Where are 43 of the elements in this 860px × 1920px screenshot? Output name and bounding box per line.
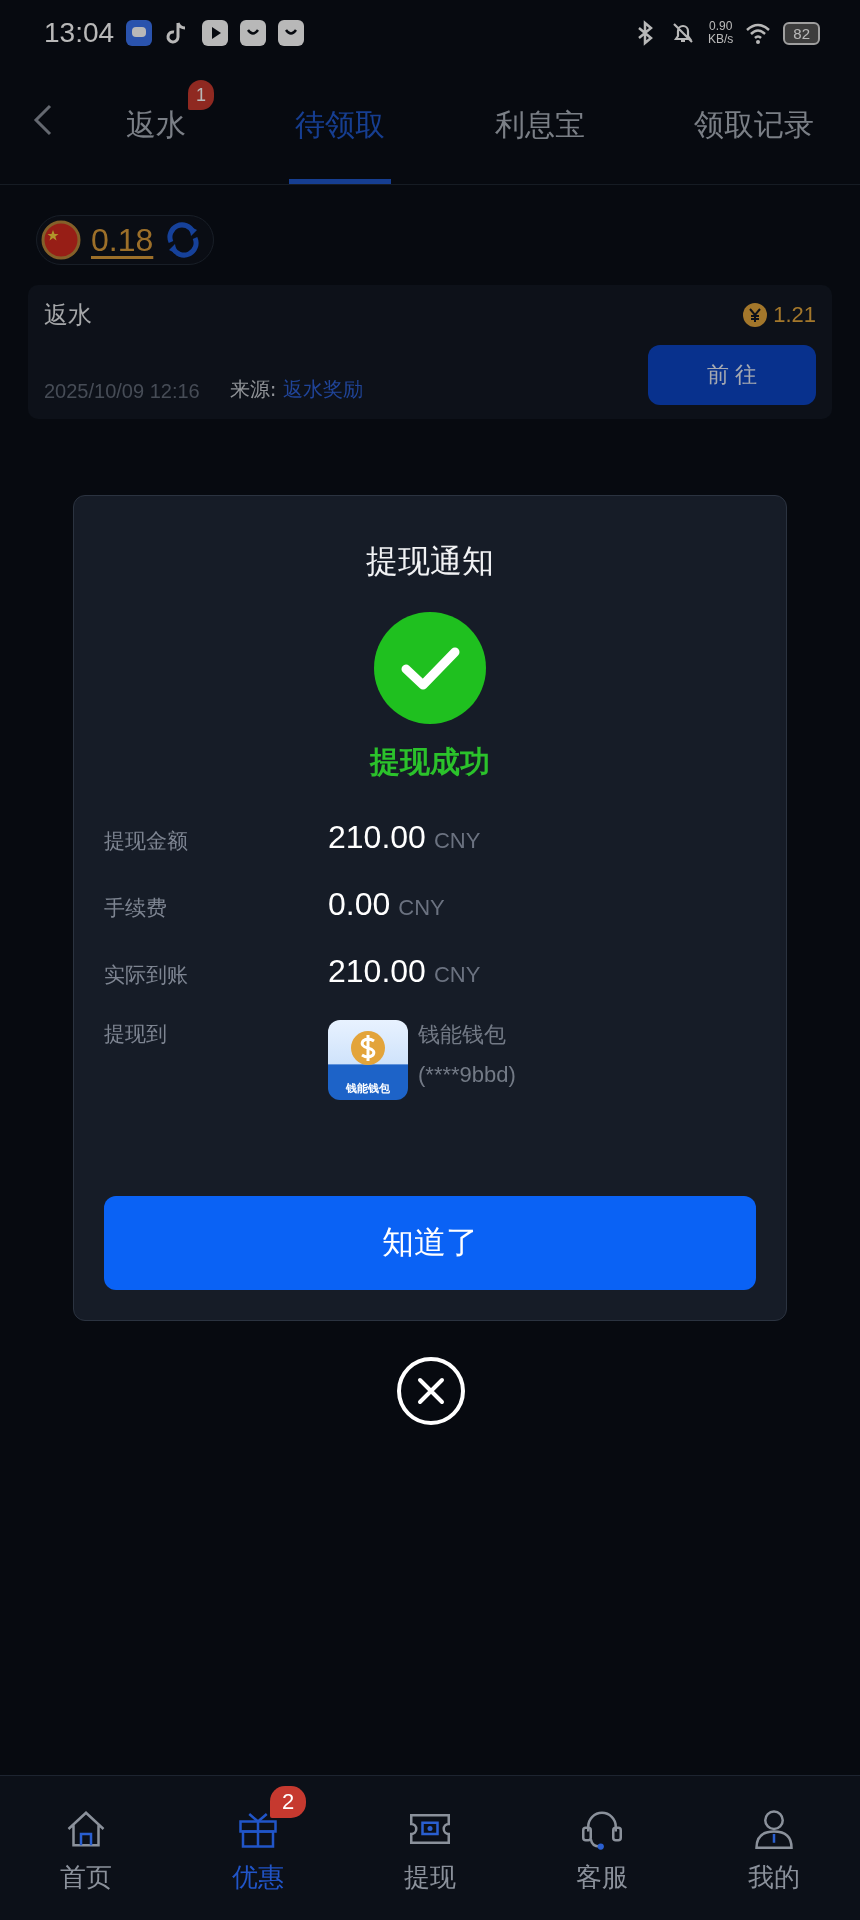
currency-unit: CNY xyxy=(433,828,481,854)
play-icon xyxy=(202,20,229,46)
wallet-name: 钱能钱包 xyxy=(418,1021,507,1049)
close-icon[interactable] xyxy=(396,1356,466,1426)
currency-unit: CNY xyxy=(398,895,445,921)
yen-coin-icon xyxy=(743,303,768,327)
confirm-button[interactable]: 知道了 xyxy=(104,1196,756,1290)
nav-item[interactable]: 我的 xyxy=(688,1776,860,1920)
nav-item[interactable]: 优惠 2 xyxy=(172,1776,344,1920)
detail-value: 210.00 xyxy=(328,953,426,990)
reward-amount: 1.21 xyxy=(773,302,816,328)
shopping-bag-icon xyxy=(240,20,267,46)
notification-badge: 2 xyxy=(270,1786,306,1818)
detail-value: 0.00 xyxy=(328,886,391,923)
dialog-title: 提现通知 xyxy=(366,541,494,582)
wallet-logo-text: 钱能钱包 xyxy=(346,1081,390,1097)
shopping-bag-icon xyxy=(278,20,305,46)
tab[interactable]: 利息宝 xyxy=(488,71,591,184)
reward-source: 来源: 返水奖励 xyxy=(229,376,363,403)
nav-item[interactable]: 首页 xyxy=(0,1776,172,1920)
detail-label: 手续费 xyxy=(104,895,168,922)
detail-value: 210.00 xyxy=(328,819,426,856)
success-text: 提现成功 xyxy=(370,743,490,781)
reward-title: 返水 xyxy=(44,300,93,331)
nav-item[interactable]: 客服 xyxy=(516,1776,688,1920)
currency-unit: CNY xyxy=(433,962,481,988)
status-time: 13:04 xyxy=(44,17,115,49)
nav-item[interactable]: 提现 xyxy=(344,1776,516,1920)
dollar-coin-icon xyxy=(348,1028,388,1068)
flag-icon xyxy=(41,220,81,260)
chat-app-icon xyxy=(126,20,153,46)
detail-label: 提现金额 xyxy=(104,828,189,855)
detail-label: 实际到账 xyxy=(104,962,189,989)
network-speed: 0.90 KB/s xyxy=(707,20,734,46)
success-check-icon xyxy=(374,612,486,724)
battery-indicator: 82 xyxy=(783,21,820,45)
detail-label: 提现到 xyxy=(104,1021,168,1048)
balance-amount[interactable]: 0.18 xyxy=(91,221,154,259)
tab[interactable]: 领取记录 xyxy=(688,71,820,184)
reward-time: 2025/10/09 12:16 xyxy=(44,380,200,403)
wallet-account: (****9bbd) xyxy=(418,1062,516,1088)
notification-badge: 1 xyxy=(188,80,214,110)
go-button[interactable]: 前 往 xyxy=(648,345,816,405)
